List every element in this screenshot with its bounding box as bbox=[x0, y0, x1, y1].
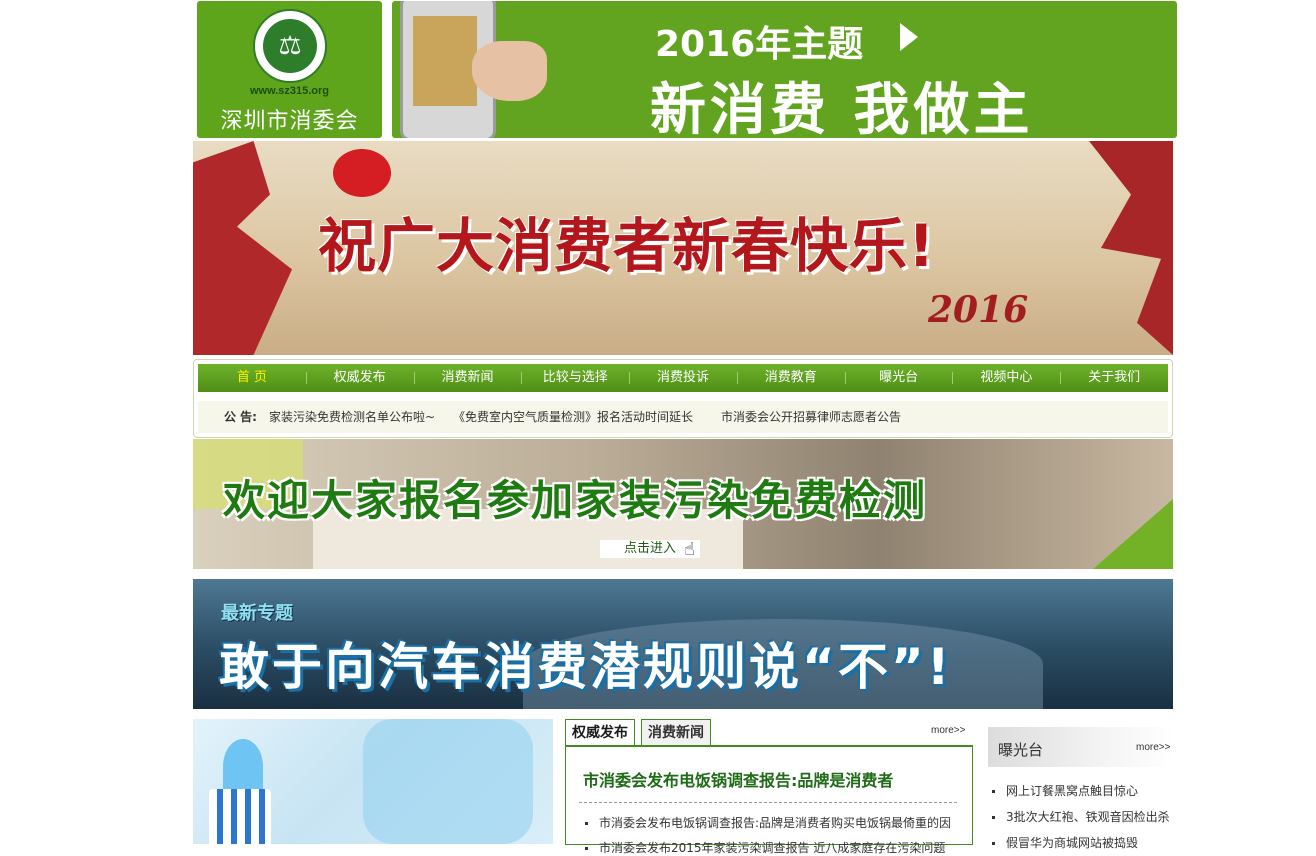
logo-name: 深圳市消委会 bbox=[220, 109, 359, 134]
nav-item-home[interactable]: 首 页 bbox=[198, 364, 306, 392]
toothbrush-image bbox=[209, 789, 271, 844]
news-more-link[interactable]: more>> bbox=[931, 725, 965, 736]
list-item[interactable]: 市消委会发布电饭锅调查报告:品牌是消费者购买电饭锅最倚重的因 bbox=[585, 814, 957, 831]
tab-news[interactable]: 消费新闻 bbox=[641, 719, 711, 746]
nav-item-compare[interactable]: 比较与选择 bbox=[521, 364, 629, 392]
theme-banner: 2016年主题 新消费 我做主 bbox=[392, 1, 1177, 138]
car-topic-banner[interactable]: 最新专题 敢于向汽车消费潜规则说“不”! bbox=[193, 579, 1173, 709]
scales-icon: ⚖ bbox=[263, 19, 317, 73]
car-topic-title: 敢于向汽车消费潜规则说“不”! bbox=[219, 638, 953, 696]
news-headline[interactable]: 市消委会发布电饭锅调查报告:品牌是消费者 bbox=[583, 767, 893, 791]
new-year-banner: 祝广大消费者新春快乐! 2016 bbox=[193, 141, 1173, 355]
play-arrow-icon bbox=[900, 23, 918, 51]
news-tabs: 权威发布 消费新闻 more>> 市消委会发布电饭锅调查报告:品牌是消费者 市消… bbox=[565, 719, 973, 855]
notice-item[interactable]: 家装污染免费检测名单公布啦~ bbox=[269, 401, 435, 433]
exposure-header: 曝光台 more>> bbox=[988, 727, 1173, 767]
list-item[interactable]: 3批次大红袍、铁观音因检出杀 bbox=[992, 808, 1172, 825]
nav-item-complaints[interactable]: 消费投诉 bbox=[629, 364, 737, 392]
site-logo[interactable]: ⚖ www.sz315.org 深圳市消委会 bbox=[197, 1, 382, 138]
list-item[interactable]: 市消委会发布2015年家装污染调查报告 近八成家庭存在污染问题 bbox=[585, 839, 957, 856]
toothbrush-photo[interactable] bbox=[193, 719, 553, 844]
notice-item[interactable]: 市消委会公开招募律师志愿者公告 bbox=[721, 401, 901, 433]
theme-slogan: 新消费 我做主 bbox=[650, 78, 1034, 138]
home-pollution-banner[interactable]: 欢迎大家报名参加家装污染免费检测 点击进入 ☝ bbox=[193, 439, 1173, 569]
site-header: ⚖ www.sz315.org 深圳市消委会 2016年主题 新消费 我做主 bbox=[197, 1, 1177, 138]
main-nav: 首 页 权威发布 消费新闻 比较与选择 消费投诉 消费教育 曝光台 视频中心 关… bbox=[198, 364, 1168, 392]
nav-item-video[interactable]: 视频中心 bbox=[952, 364, 1060, 392]
new-year-greeting: 祝广大消费者新春快乐! bbox=[318, 212, 936, 280]
calligraphy-right bbox=[1089, 141, 1173, 355]
tab-authority[interactable]: 权威发布 bbox=[565, 719, 635, 746]
nav-item-education[interactable]: 消费教育 bbox=[736, 364, 845, 392]
list-item[interactable]: 网上订餐黑窝点触目惊心 bbox=[992, 782, 1172, 799]
notice-bar: 公 告: 家装污染免费检测名单公布啦~ 《免费室内空气质量检测》报名活动时间延长… bbox=[198, 401, 1168, 433]
theme-year: 2016年主题 bbox=[655, 24, 864, 65]
nav-item-news[interactable]: 消费新闻 bbox=[413, 364, 522, 392]
hand-cursor-icon: ☝ bbox=[684, 539, 695, 560]
page-container: ⚖ www.sz315.org 深圳市消委会 2016年主题 新消费 我做主 祝… bbox=[193, 0, 1177, 855]
notice-item[interactable]: 《免费室内空气质量检测》报名活动时间延长 bbox=[453, 401, 693, 433]
exposure-more-link[interactable]: more>> bbox=[1136, 742, 1170, 753]
notice-label: 公 告: bbox=[224, 410, 257, 424]
logo-url: www.sz315.org bbox=[249, 85, 330, 97]
lantern-icon bbox=[333, 149, 391, 197]
nav-section: 首 页 权威发布 消费新闻 比较与选择 消费投诉 消费教育 曝光台 视频中心 关… bbox=[193, 359, 1173, 438]
nav-item-exposure[interactable]: 曝光台 bbox=[844, 364, 953, 392]
nav-item-authority[interactable]: 权威发布 bbox=[305, 364, 414, 392]
nav-item-about[interactable]: 关于我们 bbox=[1060, 364, 1168, 392]
new-year-year: 2016 bbox=[928, 289, 1029, 331]
calligraphy-left bbox=[193, 141, 292, 355]
hand-image bbox=[472, 41, 547, 101]
consumer-council-emblem: ⚖ bbox=[253, 9, 327, 83]
list-item[interactable]: 假冒华为商城网站被捣毁 bbox=[992, 834, 1172, 851]
home-pollution-banner-text: 欢迎大家报名参加家装污染免费检测 bbox=[223, 476, 928, 525]
exposure-panel: 曝光台 more>> 网上订餐黑窝点触目惊心 3批次大红袍、铁观音因检出杀 假冒… bbox=[988, 727, 1173, 850]
exposure-title: 曝光台 bbox=[998, 741, 1044, 759]
car-topic-subtitle: 最新专题 bbox=[221, 603, 293, 624]
